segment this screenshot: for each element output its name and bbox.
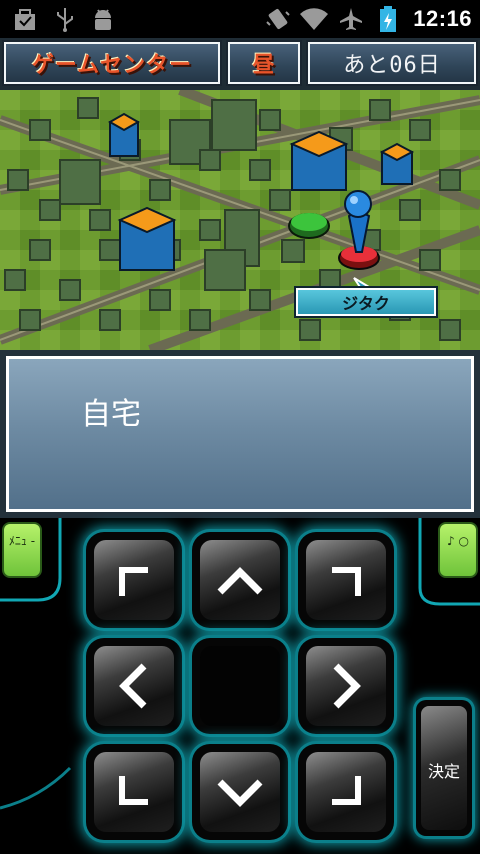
up-left-button[interactable] <box>86 532 182 628</box>
arrow-down-left-icon <box>119 776 148 805</box>
arrow-up-right-icon <box>332 567 361 596</box>
arrow-right-icon <box>333 663 361 709</box>
decide-label: 決定 <box>427 762 460 781</box>
left-button[interactable] <box>86 638 182 734</box>
wifi-icon <box>300 8 328 30</box>
virtual-controller: ﾒﾆｭ - ♪ ○ 決定 <box>0 518 480 854</box>
menu-label: ﾒﾆｭ - <box>8 534 36 548</box>
sound-label: ♪ ○ <box>447 534 469 548</box>
down-right-button[interactable] <box>298 744 394 840</box>
player-location-label: ジタク <box>294 286 438 318</box>
location-panel: ゲームセンター <box>2 40 222 86</box>
down-button[interactable] <box>192 744 288 840</box>
center-button[interactable] <box>192 638 288 734</box>
bag-icon <box>15 9 35 30</box>
location-name: ゲームセンター <box>31 53 193 78</box>
game-hud: ゲームセンター 昼 あと06日 <box>0 38 480 90</box>
arrow-up-icon <box>217 567 263 595</box>
clock: 12:16 <box>413 6 472 31</box>
arrow-down-right-icon <box>332 776 361 805</box>
town-map[interactable]: ジタク <box>0 90 480 350</box>
up-button[interactable] <box>192 532 288 628</box>
days-left: あと06日 <box>343 53 441 78</box>
vibrate-icon <box>266 8 290 30</box>
time-of-day-panel: 昼 <box>226 40 302 86</box>
days-left-panel: あと06日 <box>306 40 478 86</box>
decide-button[interactable]: 決定 <box>416 700 472 836</box>
arrow-up-left-icon <box>119 567 148 596</box>
time-of-day: 昼 <box>252 53 276 78</box>
right-button[interactable] <box>298 638 394 734</box>
up-right-button[interactable] <box>298 532 394 628</box>
arrow-down-icon <box>217 779 263 807</box>
usb-icon <box>57 8 73 32</box>
down-left-button[interactable] <box>86 744 182 840</box>
android-debug-icon <box>95 9 111 30</box>
status-bar: 12:16 <box>0 0 480 38</box>
menu-button[interactable]: ﾒﾆｭ - <box>2 522 42 578</box>
message-window: 自宅 <box>0 350 480 518</box>
arrow-left-icon <box>119 663 147 709</box>
sound-button[interactable]: ♪ ○ <box>438 522 478 578</box>
message-text: 自宅 <box>81 397 141 432</box>
message-box: 自宅 <box>6 356 474 512</box>
airplane-icon <box>340 8 362 30</box>
battery-charging-icon <box>380 6 396 32</box>
